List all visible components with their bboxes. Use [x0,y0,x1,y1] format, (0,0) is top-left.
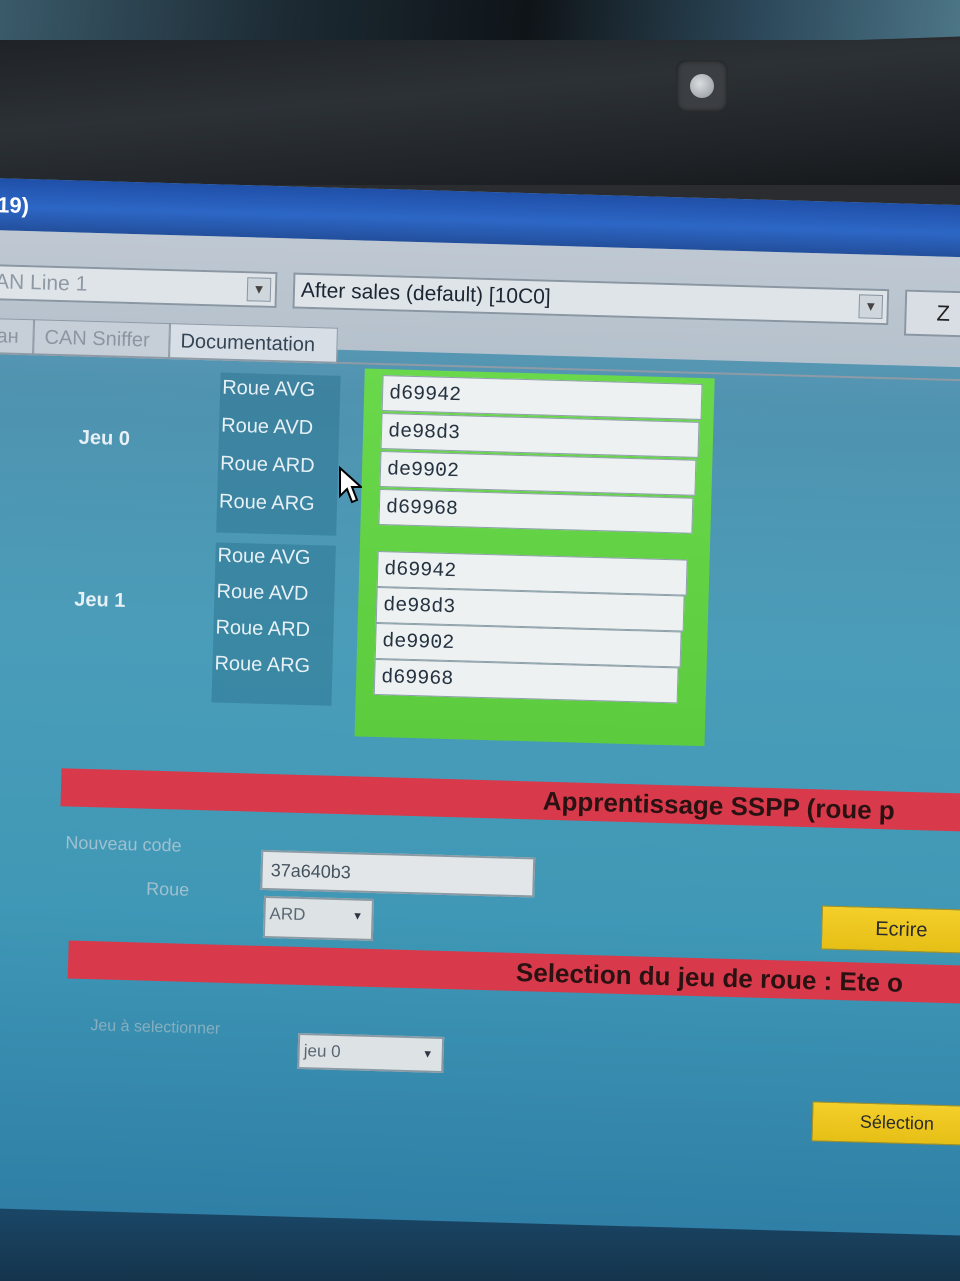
laptop-bezel [0,40,960,185]
set-1-title: Jeu 1 [73,588,126,612]
can-line-select[interactable]: AN Line 1 ▼ [0,263,278,309]
set-select-label: Jeu à selectionner [90,1017,221,1038]
select-button[interactable]: Sélection [811,1101,960,1147]
set-select[interactable]: jeu 0 ▼ [297,1032,445,1074]
window-title: 19) [0,192,30,219]
webcam-icon [676,60,728,112]
set-0-wheel-label: Roue ARG [218,490,315,516]
tab-label: Documentation [180,330,316,357]
wheel-select-value: ARD [269,904,306,925]
write-button-label: Ecrire [874,918,928,942]
set-1-wheel-label: Roue AVG [217,544,311,570]
can-line-value: AN Line 1 [0,270,88,296]
set-1-wheel-label: Roue AVD [216,580,309,606]
selection-banner: Selection du jeu de roue : Ete o [67,940,960,1005]
set-select-value: jeu 0 [303,1041,341,1062]
new-code-label: Nouveau code [65,832,182,856]
toolbar-right-button[interactable]: Z [903,289,960,339]
mouse-cursor-icon [339,466,362,504]
main-panel: Jeu 0 Roue AVG Roue AVD Roue ARD Roue AR… [0,354,960,1236]
chevron-down-icon[interactable]: ▼ [246,277,272,302]
tab-first[interactable]: ан [0,317,35,356]
session-select[interactable]: After sales (default) [10C0] ▼ [292,272,890,326]
chevron-down-icon[interactable]: ▼ [347,905,368,928]
tab-label: ан [0,325,20,348]
learning-banner: Apprentissage SSPP (roue p [60,768,960,833]
wheel-label: Roue [145,878,190,900]
application-window: 19) AN Line 1 ▼ After sales (default) [1… [0,178,960,1236]
set-1-wheel-label: Roue ARG [214,652,311,678]
set-1-wheel-label: Roue ARD [215,616,311,642]
selection-banner-title: Selection du jeu de roue : Ete o [515,957,904,998]
write-button[interactable]: Ecrire [820,905,960,954]
set-0-wheel-label: Roue AVG [221,376,316,402]
chevron-down-icon[interactable]: ▼ [417,1043,438,1066]
new-code-input[interactable]: 37a640b3 [260,849,536,898]
wheel-select[interactable]: ARD ▼ [262,895,375,941]
chevron-down-icon[interactable]: ▼ [858,294,884,319]
set-0-title: Jeu 0 [78,426,131,451]
set-0-wheel-label: Roue ARD [219,452,315,478]
learning-banner-title: Apprentissage SSPP (roue p [542,785,896,826]
session-value: After sales (default) [10C0] [300,278,552,309]
set-0-wheel-label: Roue AVD [220,414,314,440]
select-button-label: Sélection [859,1111,935,1134]
tab-label: CAN Sniffer [44,326,151,352]
